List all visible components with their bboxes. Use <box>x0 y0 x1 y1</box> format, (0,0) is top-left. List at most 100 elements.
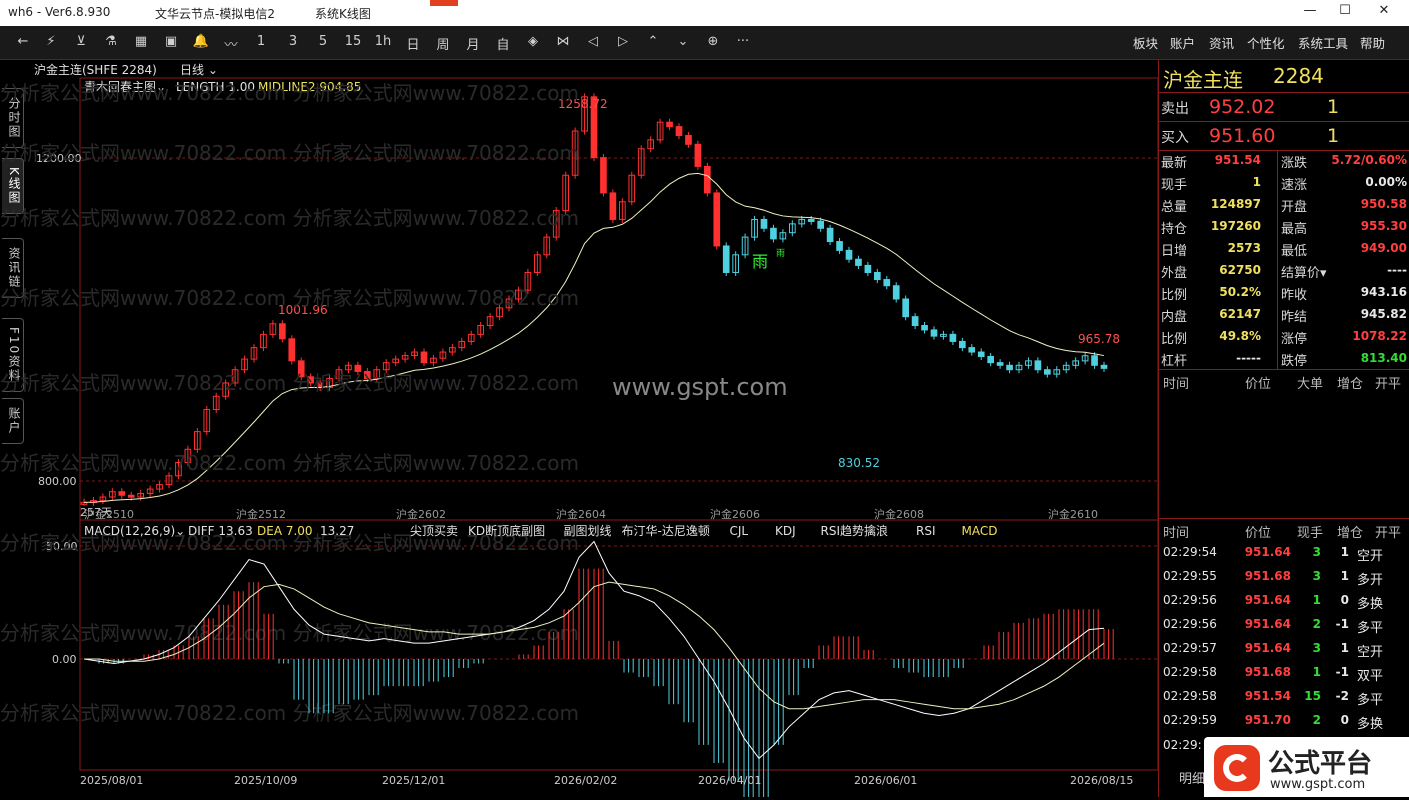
toolbar-icon-13[interactable]: 日 <box>402 34 424 53</box>
toolbar: ← ⚡ ⊻ ⚗ ▦ ▣ 🔔 〰 135 15 1h 日周月自 ◈ ⋈ ◁ ▷ ⌃ ⌄ ⊕ ··· 板块账户资讯个性化系统… <box>0 26 1409 60</box>
tick-oi-change: 0 <box>1325 713 1349 727</box>
menu-3[interactable]: 个性化 <box>1247 33 1285 52</box>
date-tick: 2026/08/15 <box>1070 774 1133 787</box>
indicator-tab[interactable]: 副图划线 <box>564 524 612 538</box>
toolbar-icon-16[interactable]: 自 <box>492 34 514 53</box>
tick-volume: 2 <box>1293 713 1321 727</box>
toolbar-icon-11[interactable]: 15 <box>342 34 364 49</box>
candle-body <box>601 158 607 193</box>
toolbar-icon-23[interactable]: ⊕ <box>702 34 724 49</box>
bg-watermark: 分析家公式网www.70822.com 分析家公式网www.70822.com <box>0 81 579 105</box>
indicator-tab[interactable]: KD断顶底副图 <box>468 523 545 538</box>
menu-5[interactable]: 帮助 <box>1360 33 1385 52</box>
date-tick: 2026/04/01 <box>698 774 761 787</box>
stat-value: 49.8% <box>1189 329 1261 343</box>
stat-label: 最低 <box>1281 240 1307 259</box>
indicator-tab[interactable]: MACD <box>962 524 998 538</box>
toolbar-icon-2[interactable]: ⊻ <box>70 34 92 49</box>
tick-type: 多换 <box>1357 713 1383 732</box>
tick-volume: 1 <box>1293 593 1321 607</box>
contract-label: 沪金2512 <box>236 507 286 521</box>
candle-body <box>705 166 711 193</box>
menu-2[interactable]: 资讯 <box>1209 33 1234 52</box>
big-order-header: 大单 <box>1297 373 1323 392</box>
indicator-tab[interactable]: CJL <box>730 524 749 538</box>
toolbar-icon-14[interactable]: 周 <box>432 34 454 53</box>
maximize-button[interactable]: ☐ <box>1331 3 1359 23</box>
toolbar-icon-7[interactable]: 〰 <box>220 34 242 53</box>
toolbar-icon-20[interactable]: ▷ <box>612 34 634 49</box>
indicator-tab[interactable]: RSI <box>916 524 936 538</box>
period-selector[interactable]: 日线 ⌄ <box>180 63 218 77</box>
symbol-label[interactable]: 沪金主连(SHFE 2284) <box>34 62 157 77</box>
toolbar-icon-22[interactable]: ⌄ <box>672 34 694 49</box>
stat-label: 速涨 <box>1281 174 1307 193</box>
stat-value: 945.82 <box>1319 307 1407 321</box>
sell-price: 952.02 <box>1209 96 1275 118</box>
stat-label: 比例 <box>1161 284 1187 303</box>
toolbar-icon-18[interactable]: ⋈ <box>552 34 574 49</box>
date-tick: 2025/12/01 <box>382 774 445 787</box>
toolbar-icon-10[interactable]: 5 <box>312 34 334 49</box>
toolbar-icon-3[interactable]: ⚗ <box>100 34 122 49</box>
tick-oi-change: 0 <box>1325 593 1349 607</box>
candle-body <box>988 356 994 362</box>
logo-url: www.gspt.com <box>1270 777 1365 792</box>
buy-price: 951.60 <box>1209 125 1275 147</box>
toolbar-icon-19[interactable]: ◁ <box>582 34 604 49</box>
logo-icon <box>1214 745 1260 791</box>
stat-value: 2573 <box>1189 241 1261 255</box>
stat-label: 涨跌 <box>1281 152 1307 171</box>
stat-value: 943.16 <box>1319 285 1407 299</box>
candle-body <box>865 265 871 272</box>
indicator-tab[interactable]: KDJ <box>775 524 796 538</box>
tick-price: 951.64 <box>1219 545 1291 559</box>
toolbar-icon-17[interactable]: ◈ <box>522 34 544 49</box>
toolbar-icon-8[interactable]: 1 <box>250 34 272 49</box>
toolbar-icon-5[interactable]: ▣ <box>160 34 182 49</box>
toolbar-icon-24[interactable]: ··· <box>732 34 754 49</box>
menu-1[interactable]: 账户 <box>1170 33 1195 52</box>
toolbar-icon-12[interactable]: 1h <box>372 34 394 49</box>
macd-title[interactable]: MACD(12,26,9)⌄ <box>84 524 185 538</box>
toolbar-icon-21[interactable]: ⌃ <box>642 34 664 49</box>
sell-volume: 1 <box>1327 96 1339 118</box>
tick-time: 02:29:58 <box>1163 665 1217 679</box>
toolbar-icon-0[interactable]: ← <box>12 34 34 49</box>
candle-body <box>676 127 682 136</box>
date-tick: 2026/06/01 <box>854 774 917 787</box>
candle-body <box>960 341 966 347</box>
detail-tab[interactable]: 明细 <box>1179 768 1205 787</box>
chart-svg[interactable]: 沪金主连(SHFE 2284)日线 ⌄青木回春主图⌄LENGTH 1.00MID… <box>0 60 1160 797</box>
menu-0[interactable]: 板块 <box>1133 33 1158 52</box>
stat-value: 955.30 <box>1319 219 1407 233</box>
menu-4[interactable]: 系统工具 <box>1298 33 1348 52</box>
minimize-button[interactable]: — <box>1296 3 1324 23</box>
kline-chart-area[interactable]: 沪金主连(SHFE 2284)日线 ⌄青木回春主图⌄LENGTH 1.00MID… <box>0 60 1160 797</box>
stat-label: 昨收 <box>1281 284 1307 303</box>
indicator-tab[interactable]: RSI趋势擒浪 <box>821 523 889 538</box>
tick-time: 02:29:58 <box>1163 689 1217 703</box>
stat-label: 持仓 <box>1161 218 1187 237</box>
tick-type: 空开 <box>1357 641 1383 660</box>
sell-label: 卖出 <box>1161 98 1189 118</box>
tick-price: 951.64 <box>1219 617 1291 631</box>
toolbar-icon-6[interactable]: 🔔 <box>190 34 212 49</box>
toolbar-icon-1[interactable]: ⚡ <box>40 34 62 49</box>
indicator-tab[interactable]: 布汀华-达尼逸顿 <box>622 524 710 538</box>
tick-price: 951.70 <box>1219 713 1291 727</box>
candle-body <box>837 242 843 251</box>
stat-label: 现手 <box>1161 174 1187 193</box>
toolbar-icon-4[interactable]: ▦ <box>130 34 152 49</box>
candle-body <box>761 219 767 228</box>
candle-body <box>808 219 814 221</box>
toolbar-icon-15[interactable]: 月 <box>462 34 484 53</box>
close-button[interactable]: ✕ <box>1370 3 1398 23</box>
contract-label: 沪金2510 <box>84 507 134 521</box>
tick-time: 02:29:54 <box>1163 545 1217 559</box>
toolbar-icon-9[interactable]: 3 <box>282 34 304 49</box>
indicator-tab[interactable]: 尖顶买卖 <box>410 524 458 538</box>
stat-value: 62750 <box>1189 263 1261 277</box>
tick-volume: 3 <box>1293 545 1321 559</box>
candle-body <box>950 334 956 341</box>
